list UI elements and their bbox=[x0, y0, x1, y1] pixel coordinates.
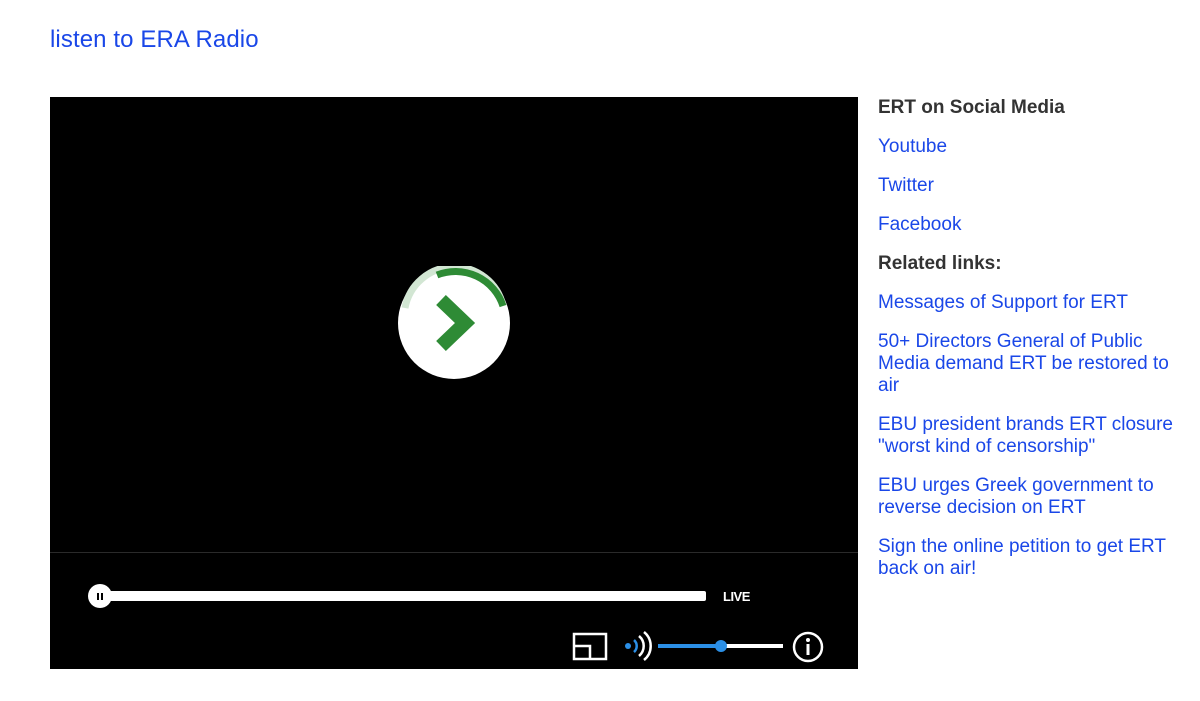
info-icon[interactable] bbox=[792, 631, 824, 663]
related-links-heading: Related links: bbox=[878, 253, 1002, 274]
related-link-petition[interactable]: Sign the online petition to get ERT back… bbox=[878, 536, 1178, 580]
social-media-heading: ERT on Social Media bbox=[878, 97, 1065, 118]
volume-slider[interactable] bbox=[658, 639, 783, 653]
volume-icon[interactable] bbox=[621, 631, 653, 661]
related-link-ebu-president[interactable]: EBU president brands ERT closure "worst … bbox=[878, 414, 1178, 458]
facebook-link[interactable]: Facebook bbox=[878, 214, 1178, 236]
volume-knob[interactable] bbox=[715, 640, 727, 652]
related-link-ebu-urges[interactable]: EBU urges Greek government to reverse de… bbox=[878, 475, 1178, 519]
related-link-support-messages[interactable]: Messages of Support for ERT bbox=[878, 292, 1178, 314]
progress-bar[interactable] bbox=[98, 591, 706, 601]
page: listen to ERA Radio LIVE ERT on Social M… bbox=[0, 0, 1200, 701]
pause-icon bbox=[97, 592, 103, 600]
youtube-link[interactable]: Youtube bbox=[878, 136, 1178, 158]
listen-era-radio-link[interactable]: listen to ERA Radio bbox=[50, 26, 259, 54]
cast-icon[interactable] bbox=[572, 631, 608, 661]
player-controls: LIVE bbox=[50, 552, 858, 669]
video-area[interactable] bbox=[50, 97, 858, 552]
sidebar: ERT on Social Media Youtube Twitter Face… bbox=[878, 97, 1178, 597]
pause-button[interactable] bbox=[88, 584, 112, 608]
volume-fill bbox=[658, 644, 721, 648]
live-label: LIVE bbox=[723, 589, 750, 604]
radio-player: LIVE bbox=[50, 97, 858, 669]
play-arrow-icon[interactable] bbox=[397, 266, 511, 380]
volume-track bbox=[721, 644, 783, 648]
twitter-link[interactable]: Twitter bbox=[878, 175, 1178, 197]
related-link-directors-general[interactable]: 50+ Directors General of Public Media de… bbox=[878, 331, 1178, 397]
